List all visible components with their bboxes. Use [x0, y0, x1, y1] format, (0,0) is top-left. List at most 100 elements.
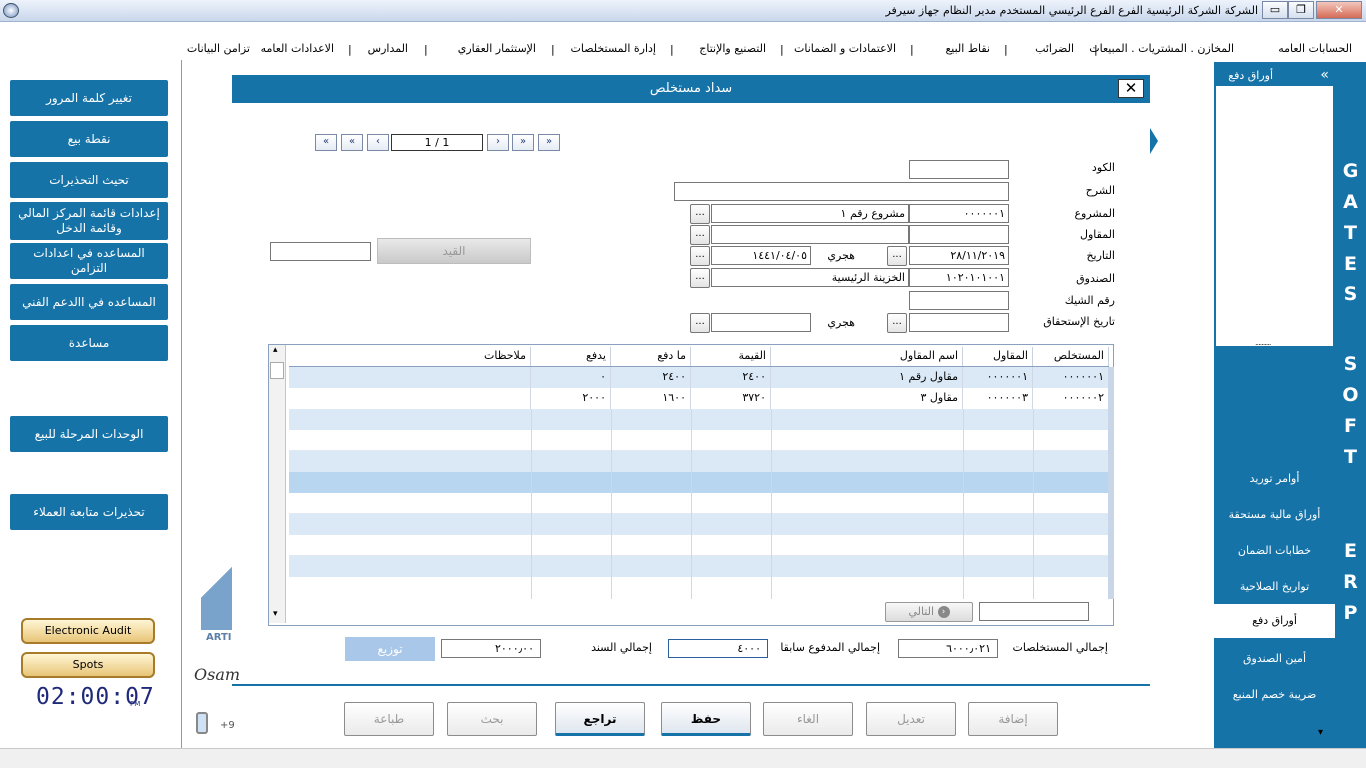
table-row[interactable]: ٠٠٠٠٠٠٢ ٠٠٠٠٠٠٣ مقاول ٣ ٣٧٢٠ ١٦٠٠ ٢٠٠٠: [289, 388, 1109, 409]
table-row[interactable]: ٠٠٠٠٠٠١ ٠٠٠٠٠٠١ مقاول رقم ١ ٢٤٠٠ ٢٤٠٠ ٠: [289, 367, 1109, 388]
nav-guarantee-letters[interactable]: خطابات الضمان: [1214, 544, 1335, 557]
fund-code-input[interactable]: ١٠٢٠١٠١٠٠١: [909, 268, 1009, 287]
help-button[interactable]: مساعدة: [10, 325, 168, 361]
cell-to-pay[interactable]: ٠: [531, 367, 611, 388]
pos-button[interactable]: نقطة بيع: [10, 121, 168, 157]
project-lookup-button[interactable]: ...: [690, 204, 710, 224]
contractor-code-input[interactable]: [909, 225, 1009, 244]
menu-item-general-accounts[interactable]: الحسابات العامه: [1278, 42, 1352, 55]
description-label: الشرح: [1085, 184, 1115, 197]
next-button[interactable]: التالي ›: [885, 602, 973, 622]
hijri-date-input[interactable]: ١٤٤١/٠٤/٠٥: [711, 246, 811, 265]
spots-button[interactable]: Spots: [21, 652, 155, 678]
update-warnings-button[interactable]: تحيث التحذيرات: [10, 162, 168, 198]
side-arrow-icon[interactable]: [1150, 128, 1158, 154]
menu-item-settings[interactable]: الاعدادات العامه: [261, 42, 334, 55]
next-record-button[interactable]: ›: [487, 134, 509, 151]
project-name-input[interactable]: مشروع رقم ١: [711, 204, 909, 223]
date-input[interactable]: ٢٨/١١/٢٠١٩: [909, 246, 1009, 265]
edit-button[interactable]: تعديل: [866, 702, 956, 736]
next-input[interactable]: [979, 602, 1089, 621]
cell-notes[interactable]: [289, 367, 531, 388]
minimize-button[interactable]: ▭: [1262, 1, 1288, 19]
menu-item-schools[interactable]: المدارس: [368, 42, 408, 55]
distribute-button[interactable]: توزيع: [345, 637, 435, 661]
due-hijri-input[interactable]: [711, 313, 811, 332]
nav-due-papers[interactable]: أوراق مالية مستحقة: [1214, 508, 1335, 521]
journal-entry-button[interactable]: القيد: [377, 238, 531, 264]
restore-button[interactable]: ❐: [1288, 1, 1314, 19]
scroll-thumb[interactable]: [270, 362, 284, 379]
cell-notes[interactable]: [289, 388, 531, 409]
prev-page-button[interactable]: «: [341, 134, 363, 151]
empty-row[interactable]: [289, 556, 1109, 577]
menu-item-manufacturing[interactable]: التصنيع والإنتاج: [699, 42, 766, 55]
collapse-icon[interactable]: «: [1320, 67, 1329, 83]
grid-vertical-scrollbar[interactable]: ▴ ▾: [269, 345, 286, 623]
sync-help-button[interactable]: المساعده في اعدادات التزامن: [10, 243, 168, 279]
scroll-up-icon[interactable]: ▴: [273, 345, 278, 355]
fund-lookup-button[interactable]: ...: [690, 268, 710, 288]
date-picker-button[interactable]: ...: [887, 246, 907, 266]
undo-button[interactable]: تراجع: [555, 702, 645, 736]
project-code-input[interactable]: ٠٠٠٠٠٠١: [909, 204, 1009, 223]
nav-supply-orders[interactable]: أوامر توريد: [1214, 472, 1335, 485]
add-button[interactable]: إضافة: [968, 702, 1058, 736]
menu-item-sync[interactable]: تزامن البيانات: [187, 42, 250, 55]
description-input[interactable]: [674, 182, 1009, 201]
nav-cashier[interactable]: أمين الصندوق: [1214, 652, 1335, 665]
menu-item-taxes[interactable]: الضرائب: [1035, 42, 1074, 55]
empty-row[interactable]: [289, 577, 1109, 598]
cell-to-pay[interactable]: ٢٠٠٠: [531, 388, 611, 409]
cancel-button[interactable]: الغاء: [763, 702, 853, 736]
due-date-picker-button[interactable]: ...: [887, 313, 907, 333]
menu-item-real-estate[interactable]: الإستثمار العقاري: [458, 42, 536, 55]
empty-row[interactable]: [289, 430, 1109, 451]
selected-empty-row[interactable]: [289, 472, 1109, 493]
menu-item-credits[interactable]: الاعتمادات و الضمانات: [794, 42, 896, 55]
last-record-button[interactable]: »: [538, 134, 560, 151]
scroll-down-icon[interactable]: ▾: [1318, 727, 1323, 738]
check-number-input[interactable]: [909, 291, 1009, 310]
contractor-lookup-button[interactable]: ...: [690, 225, 710, 245]
prev-record-button[interactable]: ‹: [367, 134, 389, 151]
next-page-button[interactable]: »: [512, 134, 534, 151]
clock-suffix: PM: [130, 700, 141, 708]
col-header-to-pay: يدفع: [531, 347, 611, 367]
empty-row[interactable]: [289, 451, 1109, 472]
empty-row[interactable]: [289, 535, 1109, 556]
nav-payable-papers[interactable]: أوراق دفع: [1214, 604, 1335, 638]
grid-right-scrollbar[interactable]: [1108, 367, 1114, 599]
financial-statements-settings-button[interactable]: إعدادات قائمة المركز المالي وقائمة الدخل: [10, 202, 168, 240]
print-button[interactable]: طباعة: [344, 702, 434, 736]
contractor-name-input[interactable]: [711, 225, 909, 244]
due-hijri-picker-button[interactable]: ...: [690, 313, 710, 333]
empty-row[interactable]: [289, 514, 1109, 535]
due-date-input[interactable]: [909, 313, 1009, 332]
journal-entry-input[interactable]: [270, 242, 371, 261]
electronic-audit-button[interactable]: Electronic Audit: [21, 618, 155, 644]
menu-separator: |: [424, 43, 428, 56]
menu-item-inventory[interactable]: المخازن . المشتريات . المبيعات: [1089, 42, 1234, 55]
support-help-button[interactable]: المساعده في االدعم الفني: [10, 284, 168, 320]
hijri-picker-button[interactable]: ...: [690, 246, 710, 266]
scroll-down-icon[interactable]: ▾: [273, 609, 278, 619]
fund-name-input[interactable]: الخزينة الرئيسية: [711, 268, 909, 287]
menu-item-pos[interactable]: نقاط البيع: [945, 42, 990, 55]
empty-row[interactable]: [289, 409, 1109, 430]
posted-units-button[interactable]: الوحدات المرحلة للبيع: [10, 416, 168, 452]
menu-item-claims[interactable]: إدارة المستخلصات: [571, 42, 656, 55]
nav-withholding-tax[interactable]: ضريبة خصم المنبع: [1214, 688, 1335, 701]
empty-row[interactable]: [289, 493, 1109, 514]
customer-followup-warnings-button[interactable]: تحذيرات متابعة العملاء: [10, 494, 168, 530]
close-window-button[interactable]: ✕: [1316, 1, 1362, 19]
paid-before-value[interactable]: ٤٠٠٠: [668, 639, 768, 658]
save-button[interactable]: حفظ: [661, 702, 751, 736]
change-password-button[interactable]: تغيير كلمة المرور: [10, 80, 168, 116]
nav-expiry-dates[interactable]: تواريخ الصلاحية: [1214, 580, 1335, 593]
first-record-button[interactable]: «: [315, 134, 337, 151]
code-input[interactable]: [909, 160, 1009, 179]
dialog-close-button[interactable]: ✕: [1118, 79, 1144, 98]
panel-resize-handle[interactable]: ..........: [1255, 338, 1271, 347]
search-button[interactable]: بحث: [447, 702, 537, 736]
